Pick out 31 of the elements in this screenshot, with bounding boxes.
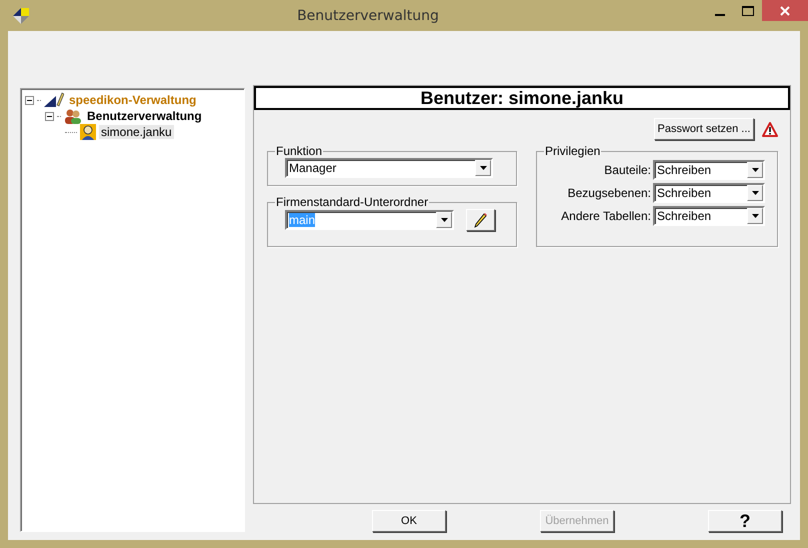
collapse-toggle[interactable] — [45, 112, 54, 120]
group-label: Privilegien — [544, 144, 602, 158]
collapse-toggle[interactable] — [25, 96, 34, 104]
group-label: Firmenstandard-Unterordner — [275, 195, 430, 209]
close-icon — [780, 6, 790, 16]
help-button[interactable]: ? — [708, 510, 782, 532]
pen-icon — [44, 92, 64, 108]
users-icon — [64, 108, 82, 124]
warning-icon — [762, 122, 778, 136]
ok-button[interactable]: OK — [372, 510, 446, 532]
privilege-label: Andere Tabellen: — [561, 209, 651, 223]
group-label: Funktion — [275, 144, 324, 158]
edit-button[interactable] — [466, 209, 495, 231]
window-title: Benutzerverwaltung — [296, 8, 440, 24]
tree-item[interactable]: Benutzerverwaltung — [85, 109, 204, 123]
function-dropdown[interactable]: Manager — [285, 158, 493, 178]
close-button[interactable] — [762, 0, 808, 21]
privilege-label: Bauteile: — [604, 163, 651, 177]
privilege-dropdown[interactable]: Schreiben — [653, 206, 765, 226]
panel-heading: Benutzer: simone.janku — [254, 86, 790, 110]
minimize-icon — [715, 14, 725, 16]
privilege-label: Bezugsebenen: — [568, 186, 651, 200]
tree-item[interactable]: simone.janku — [99, 125, 174, 139]
app-icon — [12, 6, 30, 24]
user-icon — [80, 124, 96, 140]
pencil-icon — [474, 212, 488, 228]
maximize-icon — [742, 6, 754, 16]
privilege-dropdown[interactable]: Schreiben — [653, 183, 765, 203]
set-password-button[interactable]: Passwort setzen ... — [654, 118, 754, 140]
privilege-dropdown[interactable]: Schreiben — [653, 160, 765, 180]
tree-item[interactable]: speedikon-Verwaltung — [67, 93, 198, 107]
